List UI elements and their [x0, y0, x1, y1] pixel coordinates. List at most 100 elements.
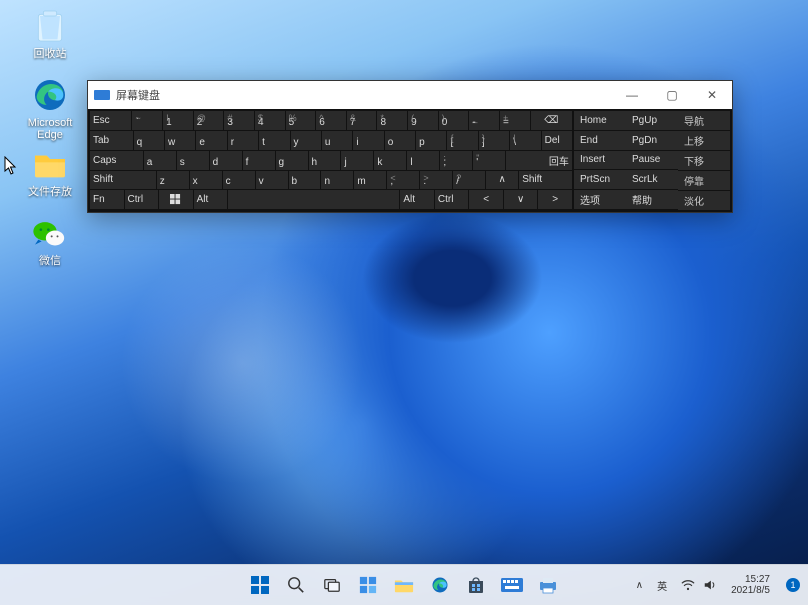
explorer-button[interactable]: [389, 570, 419, 600]
key-r[interactable]: r: [228, 131, 258, 150]
key-backtick[interactable]: ~`: [132, 111, 162, 130]
key-6[interactable]: ^6: [316, 111, 346, 130]
key-e[interactable]: e: [196, 131, 226, 150]
recycle-bin[interactable]: 回收站: [10, 6, 90, 71]
key-soft-nav[interactable]: 导航: [678, 111, 730, 130]
maximize-button[interactable]: ▢: [652, 81, 692, 109]
key-2[interactable]: @2: [194, 111, 224, 130]
key-5[interactable]: %5: [286, 111, 316, 130]
key-t[interactable]: t: [259, 131, 289, 150]
key-i[interactable]: i: [353, 131, 383, 150]
key-rshift[interactable]: Shift: [519, 171, 572, 190]
key-soft-fade[interactable]: 淡化: [678, 191, 730, 210]
key-s[interactable]: s: [177, 151, 209, 170]
taskview-button[interactable]: [317, 570, 347, 600]
key-x[interactable]: x: [190, 171, 222, 190]
start-button[interactable]: [245, 570, 275, 600]
key-up[interactable]: ∧: [486, 171, 518, 190]
key-m[interactable]: m: [354, 171, 386, 190]
key-p[interactable]: p: [416, 131, 446, 150]
key-z[interactable]: z: [157, 171, 189, 190]
osk-taskbar-button[interactable]: [497, 570, 527, 600]
key-lalt[interactable]: Alt: [194, 190, 228, 209]
key-k[interactable]: k: [374, 151, 406, 170]
search-button[interactable]: [281, 570, 311, 600]
key-u[interactable]: u: [322, 131, 352, 150]
key-left[interactable]: <: [469, 190, 503, 209]
key-enter[interactable]: 回车: [506, 151, 572, 170]
key-semicolon[interactable]: :;: [440, 151, 472, 170]
key-a[interactable]: a: [144, 151, 176, 170]
key-win[interactable]: [159, 190, 193, 209]
key-tab[interactable]: Tab: [90, 131, 133, 150]
key-comma[interactable]: <,: [387, 171, 419, 190]
key-lbracket[interactable]: {[: [447, 131, 477, 150]
key-g[interactable]: g: [276, 151, 308, 170]
key-7[interactable]: &7: [347, 111, 377, 130]
edge-browser[interactable]: Microsoft Edge: [10, 75, 90, 140]
key-del[interactable]: Del: [542, 131, 572, 150]
key-right[interactable]: >: [538, 190, 572, 209]
key-slash[interactable]: ?/: [453, 171, 485, 190]
key-ralt[interactable]: Alt: [400, 190, 434, 209]
key-backslash[interactable]: |\: [510, 131, 540, 150]
key-0[interactable]: )0: [439, 111, 469, 130]
key-space[interactable]: [228, 190, 399, 209]
clock[interactable]: 15:27 2021/8/5: [726, 570, 775, 600]
key-8[interactable]: *8: [377, 111, 407, 130]
key-9[interactable]: (9: [408, 111, 438, 130]
minimize-button[interactable]: —: [612, 81, 652, 109]
osk-titlebar[interactable]: 屏幕键盘 — ▢ ✕: [88, 81, 732, 109]
files-folder[interactable]: 文件存放: [10, 144, 90, 209]
key-insert[interactable]: Insert: [574, 151, 626, 170]
key-lshift[interactable]: Shift: [90, 171, 156, 190]
fax-taskbar-button[interactable]: [533, 570, 563, 600]
key-3[interactable]: #3: [224, 111, 254, 130]
key-caps[interactable]: Caps: [90, 151, 143, 170]
key-quote[interactable]: "': [473, 151, 505, 170]
key-h[interactable]: h: [309, 151, 341, 170]
widgets-button[interactable]: [353, 570, 383, 600]
key-equals[interactable]: +=: [500, 111, 530, 130]
key-l[interactable]: l: [407, 151, 439, 170]
key-lctrl[interactable]: Ctrl: [125, 190, 159, 209]
key-b[interactable]: b: [289, 171, 321, 190]
key-soft-down[interactable]: 下移: [678, 151, 730, 170]
key-help[interactable]: 帮助: [626, 190, 678, 209]
key-4[interactable]: $4: [255, 111, 285, 130]
key-n[interactable]: n: [321, 171, 353, 190]
key-down[interactable]: ∨: [504, 190, 538, 209]
key-pgup[interactable]: PgUp: [626, 111, 678, 130]
key-esc[interactable]: Esc: [90, 111, 131, 130]
key-scrlk[interactable]: ScrLk: [626, 170, 678, 189]
key-soft-dock[interactable]: 停靠: [678, 171, 730, 190]
tray-chevron[interactable]: ∧: [631, 570, 648, 600]
ime-indicator[interactable]: 英: [652, 570, 672, 600]
key-f[interactable]: f: [243, 151, 275, 170]
key-q[interactable]: q: [134, 131, 164, 150]
key-home[interactable]: Home: [574, 111, 626, 130]
key-rctrl[interactable]: Ctrl: [435, 190, 469, 209]
key-y[interactable]: y: [291, 131, 321, 150]
key-fn[interactable]: Fn: [90, 190, 124, 209]
key-pause[interactable]: Pause: [626, 151, 678, 170]
edge-taskbar-button[interactable]: [425, 570, 455, 600]
notifications-button[interactable]: 1: [779, 570, 802, 600]
key-soft-up[interactable]: 上移: [678, 131, 730, 150]
network-sound-cluster[interactable]: [676, 570, 722, 600]
key-end[interactable]: End: [574, 131, 626, 150]
key-pgdn[interactable]: PgDn: [626, 131, 678, 150]
key-period[interactable]: >.: [420, 171, 452, 190]
key-options[interactable]: 选项: [574, 190, 626, 209]
key-1[interactable]: !1: [163, 111, 193, 130]
close-button[interactable]: ✕: [692, 81, 732, 109]
key-prtscn[interactable]: PrtScn: [574, 170, 626, 189]
key-d[interactable]: d: [210, 151, 242, 170]
key-o[interactable]: o: [385, 131, 415, 150]
key-rbracket[interactable]: }]: [479, 131, 509, 150]
key-c[interactable]: c: [223, 171, 255, 190]
key-w[interactable]: w: [165, 131, 195, 150]
key-j[interactable]: j: [341, 151, 373, 170]
key-backspace[interactable]: ⌫: [531, 111, 572, 130]
key-v[interactable]: v: [256, 171, 288, 190]
